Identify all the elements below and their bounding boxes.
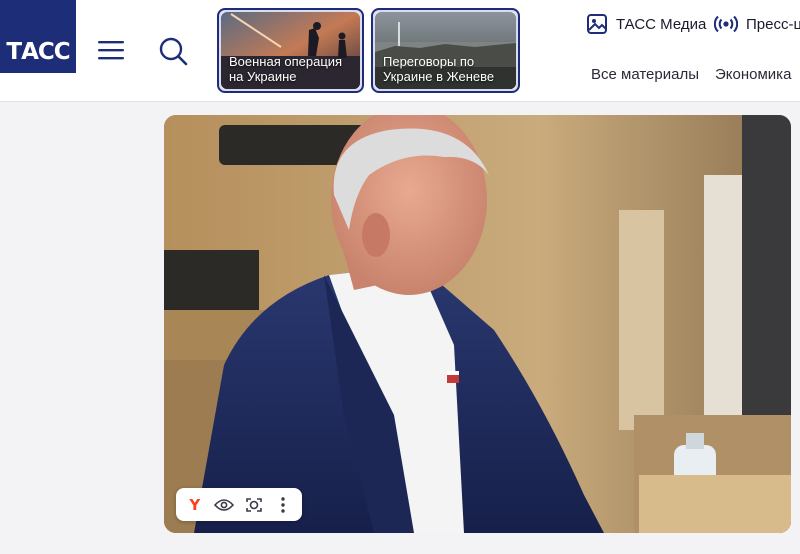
yandex-icon[interactable]: Y (182, 492, 208, 518)
featured-card-military-operation[interactable]: Военная операция на Украине (217, 8, 364, 93)
search-icon[interactable] (156, 34, 190, 68)
featured-card-geneva-talks[interactable]: Переговоры по Украине в Женеве (371, 8, 520, 93)
tass-logo[interactable]: ТАСС (0, 0, 76, 73)
press-center-label: Пресс-ц (746, 15, 800, 33)
press-center-link[interactable]: Пресс-ц (714, 12, 800, 36)
nav-all-materials[interactable]: Все материалы (591, 66, 699, 83)
featured-caption: Переговоры по Украине в Женеве (383, 54, 495, 84)
article-photo (164, 115, 791, 533)
nav-economy[interactable]: Экономика (715, 66, 791, 83)
logo-text: ТАСС (6, 39, 70, 65)
site-header: ТАСС Военная операция на Украине Перегов… (0, 0, 800, 102)
yandex-label: Y (189, 495, 201, 514)
featured-caption: Военная операция на Украине (229, 54, 343, 84)
more-vertical-icon[interactable] (270, 492, 296, 518)
tass-media-link[interactable]: ТАСС Медиа (586, 12, 706, 36)
photo-toolbar: Y (176, 488, 302, 521)
tass-media-label: ТАСС Медиа (616, 15, 707, 33)
lens-icon[interactable] (241, 492, 267, 518)
broadcast-icon (714, 15, 738, 33)
eye-icon[interactable] (211, 492, 237, 518)
hamburger-menu-icon[interactable] (94, 36, 128, 64)
image-gallery-icon (587, 14, 607, 34)
